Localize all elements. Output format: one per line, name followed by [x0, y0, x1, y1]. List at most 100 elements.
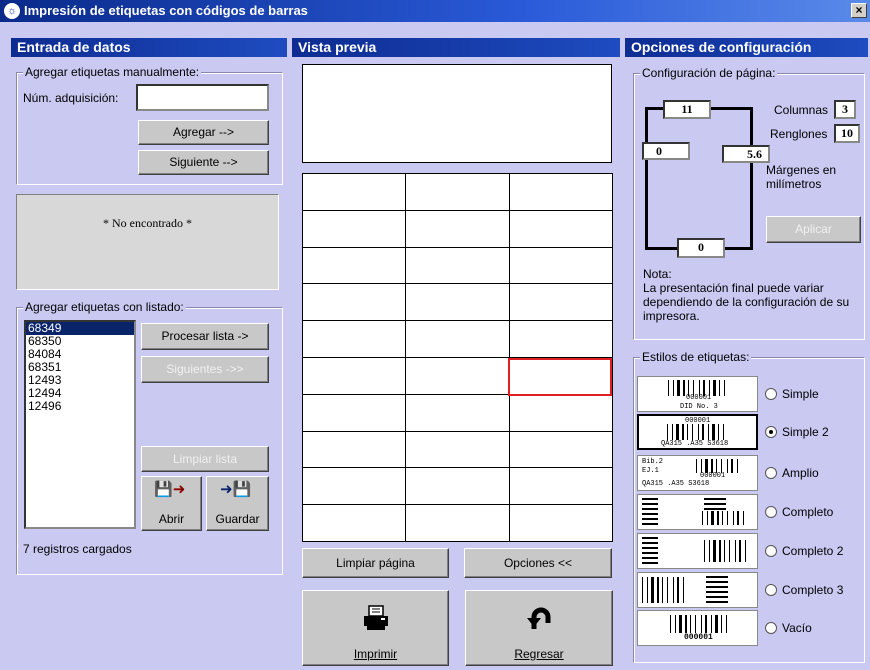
style-option-simple[interactable]: 000001 DID No. 3 Simple	[637, 376, 857, 412]
clear-page-button[interactable]: Limpiar página	[302, 548, 449, 578]
label-cell[interactable]	[508, 504, 614, 542]
save-button[interactable]: ➜💾 Guardar	[206, 476, 269, 531]
style-label-amplio: Amplio	[782, 466, 819, 480]
completo3-style-preview	[637, 572, 758, 608]
window-title: Impresión de etiquetas con códigos de ba…	[24, 3, 308, 18]
radio-simple[interactable]	[765, 388, 777, 400]
label-cell[interactable]	[301, 504, 407, 542]
style-option-vacio[interactable]: 000001 Vacío	[637, 610, 857, 646]
label-cell[interactable]	[301, 320, 407, 358]
grid-row	[301, 283, 614, 322]
label-cell[interactable]	[405, 467, 510, 506]
amplio-preview-ej: EJ.1	[642, 467, 659, 475]
style-option-amplio[interactable]: Bib.2 EJ.1 000001 QA315 .A35 S3618 Ampli…	[637, 455, 857, 491]
preview-header: Vista previa	[292, 38, 620, 57]
label-cell[interactable]	[405, 209, 510, 248]
label-cell[interactable]	[508, 430, 614, 469]
label-cell[interactable]	[508, 246, 614, 285]
label-cell[interactable]	[405, 430, 510, 469]
right-margin-input[interactable]: 5.6	[722, 145, 770, 163]
label-cell[interactable]	[301, 356, 407, 395]
acquisition-listbox[interactable]: 68349 68350 84084 68351 12493 12494 12496	[24, 320, 136, 529]
acquisition-number-input[interactable]	[136, 84, 269, 111]
simple2-preview-caption: QA315 .A35 S3618	[661, 440, 729, 448]
amplio-style-preview: Bib.2 EJ.1 000001 QA315 .A35 S3618	[637, 455, 758, 491]
clear-list-button[interactable]: Limpiar lista	[141, 446, 269, 472]
page-layout-diagram	[645, 107, 753, 250]
style-option-completo-2[interactable]: Completo 2	[637, 533, 857, 569]
completo-preview-text-block-2	[704, 498, 726, 510]
label-cell[interactable]	[405, 393, 510, 432]
completo-preview-text-block	[642, 498, 658, 526]
label-cell[interactable]	[508, 173, 614, 211]
style-label-simple-2: Simple 2	[782, 425, 829, 439]
label-cell[interactable]	[301, 246, 407, 285]
grid-row	[301, 467, 614, 506]
grid-row	[301, 173, 614, 211]
back-button[interactable]: Regresar	[465, 590, 613, 666]
process-list-button[interactable]: Procesar lista ->	[141, 323, 269, 350]
label-cell[interactable]	[405, 283, 510, 322]
margins-units-text: Márgenes en milímetros	[766, 163, 837, 191]
label-cell[interactable]	[508, 320, 614, 358]
style-option-simple-2[interactable]: 000001 QA315 .A35 S3618 Simple 2	[637, 414, 857, 450]
grid-row	[301, 246, 614, 285]
print-button[interactable]: Imprimir	[302, 590, 449, 666]
manual-entry-group-label: Agregar etiquetas manualmente:	[23, 65, 202, 79]
print-button-label: Imprimir	[353, 647, 398, 661]
columns-input[interactable]: 3	[834, 100, 856, 119]
radio-completo[interactable]	[765, 506, 777, 518]
apply-button[interactable]: Aplicar	[766, 216, 861, 243]
label-cell[interactable]	[405, 504, 510, 542]
label-cell[interactable]	[405, 173, 510, 211]
label-cell[interactable]	[301, 209, 407, 248]
radio-simple-2[interactable]	[765, 426, 777, 438]
grid-row	[301, 320, 614, 358]
barcode-icon	[696, 459, 740, 473]
style-option-completo[interactable]: Completo	[637, 494, 857, 530]
label-cell[interactable]	[301, 393, 407, 432]
style-option-completo-3[interactable]: Completo 3	[637, 572, 857, 608]
radio-completo-2[interactable]	[765, 545, 777, 557]
barcode-icon	[642, 577, 686, 603]
grid-row	[301, 209, 614, 248]
label-styles-group-label: Estilos de etiquetas:	[640, 350, 752, 364]
label-cell[interactable]	[301, 173, 407, 211]
label-cell[interactable]	[301, 283, 407, 322]
radio-completo-3[interactable]	[765, 584, 777, 596]
options-button[interactable]: Opciones <<	[464, 548, 612, 578]
note-title: Nota:	[643, 267, 672, 281]
completo3-preview-text-block	[706, 576, 728, 604]
bottom-margin-input[interactable]: 0	[677, 238, 725, 258]
label-cell[interactable]	[508, 393, 614, 432]
style-label-simple: Simple	[782, 387, 819, 401]
highlighted-label-cell[interactable]	[508, 358, 612, 396]
label-cell[interactable]	[405, 356, 510, 395]
radio-amplio[interactable]	[765, 467, 777, 479]
label-cell[interactable]	[508, 283, 614, 322]
amplio-preview-top: Bib.2	[642, 458, 664, 466]
label-cell[interactable]	[301, 467, 407, 506]
top-margin-input[interactable]: 11	[663, 100, 711, 119]
app-icon: ☼	[4, 3, 20, 19]
next-list-button[interactable]: Siguientes ->>	[141, 356, 269, 383]
completo2-preview-text-block	[642, 537, 658, 567]
list-item[interactable]: 12496	[26, 400, 134, 413]
label-cell[interactable]	[508, 467, 614, 506]
vacio-style-preview: 000001	[637, 610, 758, 646]
save-button-label: Guardar	[215, 512, 260, 526]
label-cell[interactable]	[301, 430, 407, 469]
label-cell[interactable]	[508, 209, 614, 248]
radio-vacio[interactable]	[765, 622, 777, 634]
clear-page-label: Limpiar página	[336, 556, 415, 570]
next-button[interactable]: Siguiente -->	[138, 150, 269, 175]
add-button[interactable]: Agregar -->	[138, 120, 269, 145]
open-button[interactable]: 💾➜ Abrir	[141, 476, 202, 531]
label-cell[interactable]	[405, 246, 510, 285]
rows-input[interactable]: 10	[834, 124, 860, 143]
left-margin-input[interactable]: 0	[642, 142, 690, 160]
close-button[interactable]: ×	[851, 3, 867, 18]
acquisition-number-label: Núm. adquisición:	[23, 91, 119, 105]
title-bar: ☼ Impresión de etiquetas con códigos de …	[0, 0, 870, 22]
label-cell[interactable]	[405, 320, 510, 358]
